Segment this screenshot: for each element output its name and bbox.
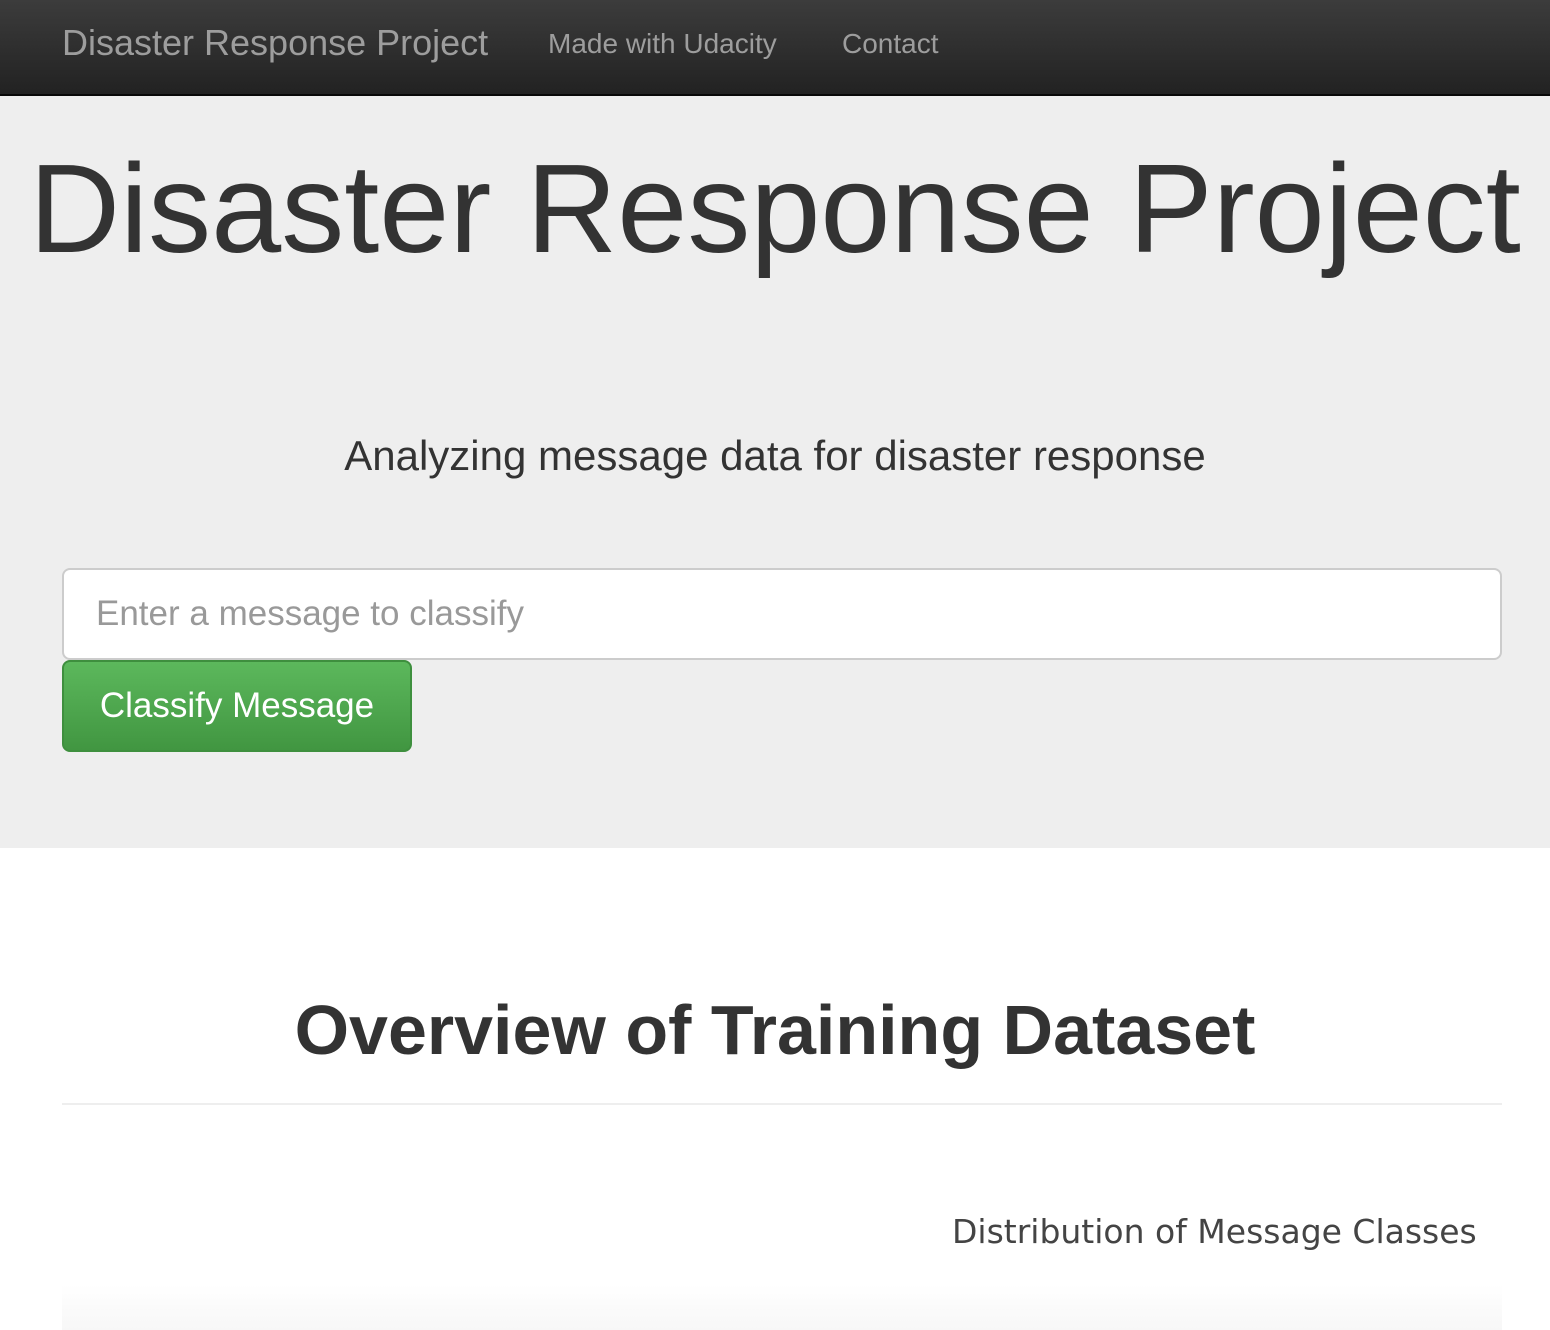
- navbar-brand[interactable]: Disaster Response Project: [62, 22, 488, 64]
- overview-title: Overview of Training Dataset: [294, 991, 1256, 1069]
- nav-link-contact[interactable]: Contact: [842, 28, 939, 60]
- classify-message-button[interactable]: Classify Message: [62, 660, 412, 752]
- nav-link-made-with-udacity[interactable]: Made with Udacity: [548, 28, 777, 60]
- page-title: Disaster Response Project: [29, 138, 1521, 279]
- jumbotron: Disaster Response Project Analyzing mess…: [0, 96, 1550, 848]
- chart-container: Distribution of Message Classes: [62, 1180, 1502, 1330]
- page-subtitle: Analyzing message data for disaster resp…: [344, 432, 1206, 479]
- section-divider: [62, 1103, 1502, 1105]
- message-input[interactable]: [62, 568, 1502, 660]
- chart-title: Distribution of Message Classes: [952, 1212, 1477, 1251]
- navbar: Disaster Response Project Made with Udac…: [0, 0, 1550, 96]
